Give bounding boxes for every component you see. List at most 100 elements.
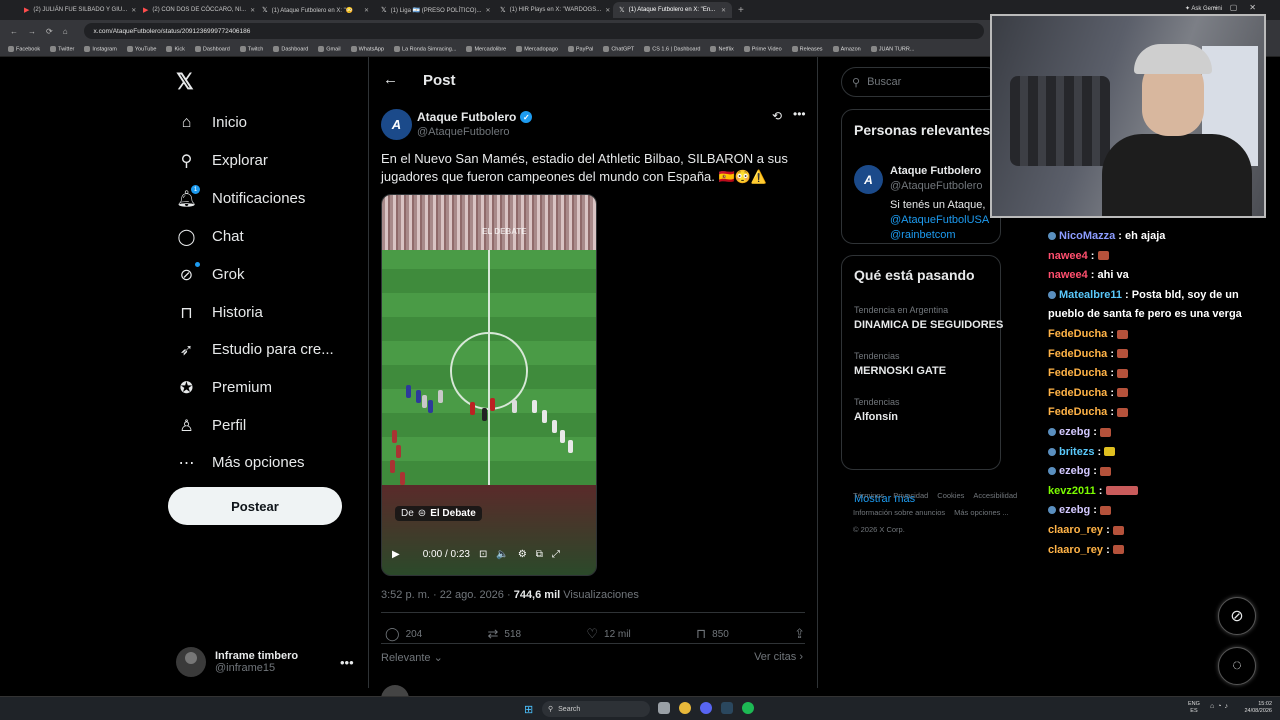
url-field[interactable]: x.com/AtaqueFutbolero/status/20912369997… xyxy=(83,23,984,39)
bookmark-item[interactable]: JUAN TURR... xyxy=(870,45,914,52)
sidebar-item-notificaciones[interactable]: 🔔︎ 1 Notificaciones xyxy=(176,185,305,208)
chat-username[interactable]: nawee4 xyxy=(1048,250,1088,262)
bookmark-item[interactable]: WhatsApp xyxy=(350,45,384,52)
chat-username[interactable]: FedeDucha xyxy=(1048,367,1107,379)
sidebar-item-explorar[interactable]: ⚲ Explorar xyxy=(177,151,268,170)
author-handle[interactable]: @AtaqueFutbolero xyxy=(417,126,510,138)
bookmark-item[interactable]: Amazon xyxy=(832,45,861,52)
bookmark-item[interactable]: Dashboard xyxy=(273,45,308,52)
x-logo-icon[interactable]: 𝕏 xyxy=(176,69,194,95)
repost-button[interactable]: ⇄ 518 xyxy=(488,626,522,642)
close-tab-icon[interactable]: ✕ xyxy=(485,7,490,14)
chat-username[interactable]: NicoMazza xyxy=(1059,230,1115,242)
chat-username[interactable]: claaro_rey xyxy=(1048,544,1103,556)
windows-start-icon[interactable]: ⊞ xyxy=(524,703,533,716)
close-tab-icon[interactable]: ✕ xyxy=(250,7,255,14)
like-button[interactable]: ♡ 12 mil xyxy=(586,626,630,642)
chat-username[interactable]: nawee4 xyxy=(1048,269,1088,281)
chat-username[interactable]: FedeDucha xyxy=(1048,387,1107,399)
post-button[interactable]: Postear xyxy=(168,487,342,525)
fullscreen-icon[interactable]: ⤢ xyxy=(552,549,560,560)
browser-tab[interactable]: ▶ (2) CON DOS DE CÓCCARO, NI... ✕ xyxy=(137,2,256,18)
spotify-icon[interactable] xyxy=(742,702,754,714)
bio-link[interactable]: @AtaqueFutbolUSA xyxy=(890,214,989,226)
browser-tab[interactable]: ▶ (2) JULIÁN FUE SILBADO Y GIU... ✕ xyxy=(18,2,137,18)
discord-icon[interactable] xyxy=(700,702,712,714)
bookmark-item[interactable]: Gmail xyxy=(318,45,341,52)
footer-link[interactable]: Información sobre anuncios xyxy=(853,508,945,517)
chat-username[interactable]: ezebg xyxy=(1059,426,1090,438)
bookmark-item[interactable]: Twitch xyxy=(239,45,263,52)
bookmark-item[interactable]: YouTube xyxy=(126,45,156,52)
author-name-row[interactable]: Ataque Futbolero ✓ xyxy=(417,110,533,124)
sidebar-item-historia[interactable]: ⊓ Historia xyxy=(177,303,263,322)
bookmark-item[interactable]: Netflix xyxy=(710,45,734,52)
sidebar-item-chat[interactable]: ◯ Chat xyxy=(177,227,244,246)
bookmark-item[interactable]: ChatGPT xyxy=(603,45,634,52)
chat-username[interactable]: FedeDucha xyxy=(1048,348,1107,360)
play-icon[interactable]: ▶ xyxy=(392,549,400,560)
bookmark-button[interactable]: ⊓ 850 xyxy=(696,626,729,642)
window-controls[interactable]: –▢✕ xyxy=(1213,3,1268,12)
chat-username[interactable]: Matealbre11 xyxy=(1059,289,1122,301)
grok-fab-icon[interactable]: ⊘ xyxy=(1218,597,1256,635)
chat-username[interactable]: ezebg xyxy=(1059,465,1090,477)
settings-icon[interactable]: ⚙ xyxy=(518,549,527,560)
close-tab-icon[interactable]: ✕ xyxy=(721,7,726,14)
account-switcher[interactable]: Inframe timbero @inframe15 xyxy=(176,647,298,677)
share-button[interactable]: ⇪ xyxy=(794,626,805,642)
grok-icon[interactable]: ⟲ xyxy=(772,109,782,123)
chat-username[interactable]: kevz2011 xyxy=(1048,485,1096,497)
chat-username[interactable]: ezebg xyxy=(1059,504,1090,516)
messages-fab-icon[interactable]: ◌ xyxy=(1218,647,1256,685)
footer-link[interactable]: Privacidad xyxy=(893,491,928,500)
browser-tab[interactable]: 𝕏 (1) Ataque Futbolero en X: "😳 ✕ xyxy=(256,2,375,18)
bookmark-item[interactable]: Prime Video xyxy=(743,45,782,52)
steam-icon[interactable] xyxy=(721,702,733,714)
captions-icon[interactable]: ⊡ xyxy=(479,549,487,560)
bookmark-item[interactable]: Mercadopago xyxy=(516,45,558,52)
browser-tab[interactable]: 𝕏 (1) Liga 🇦🇷 (PRESO POLÍTICO)... ✕ xyxy=(375,2,494,18)
chat-username[interactable]: claaro_rey xyxy=(1048,524,1103,536)
pip-icon[interactable]: ⧉ xyxy=(536,549,543,560)
video-source-tag[interactable]: De ⊜ El Debate xyxy=(395,506,482,521)
trend-item[interactable]: Tendencia en Argentina DINAMICA DE SEGUID… xyxy=(854,305,1003,331)
taskbar-clock[interactable]: 15:02 24/08/2026 xyxy=(1236,701,1272,715)
chat-username[interactable]: britezs xyxy=(1059,446,1094,458)
post-date[interactable]: 3:52 p. m. · 22 ago. 2026 · xyxy=(381,589,514,601)
volume-icon[interactable]: 🔈 xyxy=(496,549,508,560)
trend-item[interactable]: Tendencias MERNOSKI GATE xyxy=(854,351,946,377)
browser-tab[interactable]: 𝕏 (1) Ataque Futbolero en X: "En... ✕ xyxy=(613,2,732,18)
bookmark-item[interactable]: Twitter xyxy=(50,45,74,52)
bookmark-item[interactable]: Mercadolibre xyxy=(466,45,506,52)
account-more-icon[interactable]: ••• xyxy=(340,655,354,670)
nav-buttons[interactable]: ←→⟳⌂ xyxy=(10,27,78,36)
sidebar-item-premium[interactable]: ✪ Premium xyxy=(177,378,272,397)
chat-username[interactable]: FedeDucha xyxy=(1048,328,1107,340)
input-language[interactable]: ENG ES xyxy=(1188,701,1200,715)
footer-link[interactable]: Cookies xyxy=(937,491,964,500)
sort-replies-dropdown[interactable]: Relevante ⌄ xyxy=(381,651,443,664)
sidebar-item-perfil[interactable]: ♙ Perfil xyxy=(177,416,246,435)
footer-link[interactable]: Accesibilidad xyxy=(973,491,1017,500)
close-tab-icon[interactable]: ✕ xyxy=(364,7,369,14)
bookmark-item[interactable]: Releases xyxy=(791,45,823,52)
bookmark-item[interactable]: La Ronda Simracing... xyxy=(394,45,456,52)
footer-link[interactable]: Más opciones ... xyxy=(954,508,1009,517)
sidebar-item-más[interactable]: ⋯ Más opciones xyxy=(177,453,305,472)
bookmark-item[interactable]: Dashboard xyxy=(194,45,230,52)
bio-link[interactable]: @rainbetcom xyxy=(890,229,956,241)
taskbar-search[interactable]: ⚲ Search xyxy=(542,701,650,717)
relevant-avatar[interactable]: A xyxy=(854,165,883,194)
tray-icons[interactable]: ⌂◔♪ xyxy=(1210,703,1231,710)
search-input[interactable]: ⚲ Buscar xyxy=(841,67,1001,97)
sidebar-item-estudio[interactable]: ➶ Estudio para cre... xyxy=(177,340,334,359)
author-avatar[interactable]: A xyxy=(381,109,412,140)
trend-item[interactable]: Tendencias Alfonsín xyxy=(854,397,900,423)
bookmark-item[interactable]: Kick xyxy=(166,45,185,52)
browser-tab[interactable]: 𝕏 (1) HIR Plays en X: "WARDOGS... ✕ xyxy=(494,2,613,18)
bookmark-item[interactable]: CS 1.6 | Dashboard xyxy=(644,45,700,52)
footer-link[interactable]: Términos xyxy=(853,491,884,500)
new-tab-icon[interactable]: + xyxy=(738,5,744,16)
chrome-icon[interactable] xyxy=(679,702,691,714)
